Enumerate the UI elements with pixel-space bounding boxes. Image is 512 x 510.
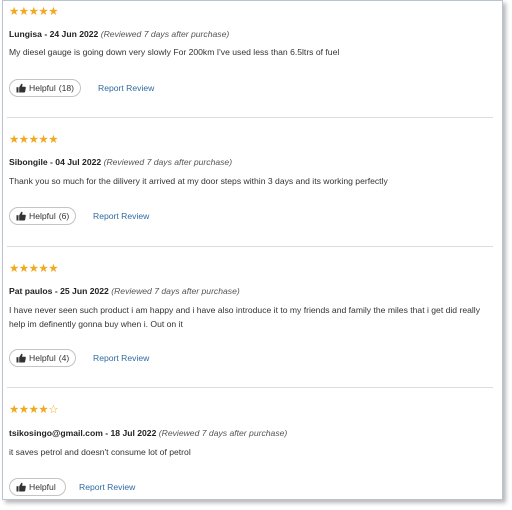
report-review-link[interactable]: Report Review [98,83,154,93]
review-text: Thank you so much for the dilivery it ar… [9,176,388,186]
review-note: (Reviewed 7 days after purchase) [111,286,240,296]
thumbs-up-icon [16,482,26,492]
report-review-link[interactable]: Report Review [93,211,149,221]
review-meta: Lungisa - 24 Jun 2022 (Reviewed 7 days a… [9,29,229,39]
thumbs-up-icon [16,353,26,363]
review-note: (Reviewed 7 days after purchase) [100,29,230,39]
report-review-link[interactable]: Report Review [79,482,135,492]
star-icon: ★★★★★ [9,263,59,275]
helpful-button[interactable]: Helpful (18) [9,79,82,97]
review-date: - 18 Jul 2022 [102,428,157,438]
review-meta: tsikosingo@gmail.com - 18 Jul 2022 (Revi… [9,428,287,438]
reviews-panel: ★★★★★ Lungisa - 24 Jun 2022 (Reviewed 7 … [2,0,503,500]
star-rating: ★★★★★ [9,6,59,18]
star-rating: ★★★★★ [9,263,59,275]
helpful-button[interactable]: Helpful [9,478,66,496]
review-date: - 04 Jul 2022 [47,157,102,167]
review-author: Sibongile [9,157,48,167]
review-author: tsikosingo@gmail.com [9,428,103,438]
helpful-button[interactable]: Helpful (4) [9,349,77,367]
review-item: ★★★★★ Lungisa - 24 Jun 2022 (Reviewed 7 … [7,1,493,118]
review-item: ★★★★★ Sibongile - 04 Jul 2022 (Reviewed … [7,117,493,247]
review-date: - 24 Jun 2022 [41,29,99,39]
review-author: Pat paulos [9,286,53,296]
review-author: Lungisa [9,29,42,39]
helpful-label: Helpful [29,482,56,492]
helpful-button[interactable]: Helpful (6) [9,207,77,225]
review-text: I have never seen such product i am happ… [9,305,480,329]
review-date: - 25 Jun 2022 [52,286,109,296]
helpful-count: (6) [58,211,70,221]
review-text: My diesel gauge is going down very slowl… [9,47,340,57]
review-meta: Sibongile - 04 Jul 2022 (Reviewed 7 days… [9,157,232,167]
review-note: (Reviewed 7 days after purchase) [103,157,233,167]
review-item: ★★★★★ Pat paulos - 25 Jun 2022 (Reviewed… [7,246,493,388]
review-note: (Reviewed 7 days after purchase) [158,428,288,438]
helpful-count: (4) [58,353,70,363]
star-icon: ★★★★★ [9,6,59,18]
thumbs-up-icon [16,211,26,221]
star-rating: ★★★★☆ [9,404,59,416]
thumbs-up-icon [16,83,26,93]
report-review-link[interactable]: Report Review [93,353,149,363]
helpful-label: Helpful [29,211,56,221]
star-icon: ★★★★ [9,404,49,416]
helpful-count: (18) [58,83,75,93]
review-text: it saves petrol and doesn't consume lot … [9,447,191,457]
star-rating: ★★★★★ [9,134,59,146]
review-meta: Pat paulos - 25 Jun 2022 (Reviewed 7 day… [9,286,240,296]
star-empty-icon: ☆ [48,404,59,416]
review-item: ★★★★☆ tsikosingo@gmail.com - 18 Jul 2022… [7,387,493,499]
helpful-label: Helpful [29,83,56,93]
star-icon: ★★★★★ [9,134,59,146]
helpful-label: Helpful [29,353,56,363]
